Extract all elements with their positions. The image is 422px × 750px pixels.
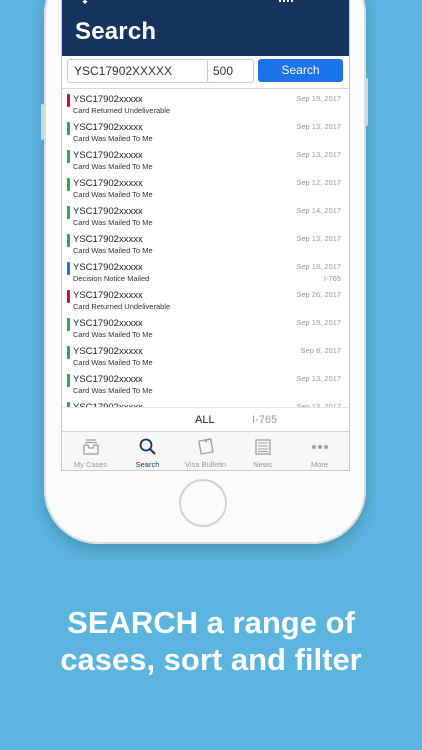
side-button [365,78,368,126]
case-number: YSC17902xxxxx [73,94,143,105]
case-row[interactable]: YSC17902xxxxx Card Was Mailed To Me Sep 13… [62,369,349,397]
status-color-bar [67,206,70,219]
case-number: YSC17902xxxxx [73,346,143,357]
status-color-bar [67,346,70,359]
status-color-bar [67,374,70,387]
news-icon [255,439,271,455]
case-number: YSC17902xxxxx [73,234,143,245]
search-icon [139,438,156,455]
app-screen: Search Search YSC17902xxxxxCard Returned… [61,0,350,471]
search-button[interactable]: Search [258,59,343,82]
case-number: YSC17902xxxxx [73,374,143,385]
case-date: Sep 18, 2017 [296,262,341,271]
filter-bar: ALL I-765 [62,407,349,432]
case-row[interactable]: YSC17902xxxxx Card Was Mailed To Me Sep 13… [62,145,349,173]
case-status: Card Returned Undeliverable [73,106,171,115]
case-row[interactable]: YSC17902xxxxx Card Returned Undeliverable… [62,89,349,117]
case-date: Sep 12, 2017 [296,178,341,187]
case-row[interactable]: YSC17902xxxxx Card Was Mailed To Me Sep 13… [62,117,349,145]
case-number: YSC17902xxxxx [73,290,143,301]
case-date: Sep 26, 2017 [296,290,341,299]
tab-search[interactable]: Search [119,432,176,470]
tab-visa-bulletin[interactable]: Visa Bulletin [177,432,234,470]
status-color-bar [67,122,70,135]
case-date: Sep 19, 2017 [296,94,341,103]
status-color-bar [67,178,70,191]
range-count-input[interactable] [207,59,254,83]
case-date: Sep 14, 2017 [296,206,341,215]
navigation-bar: Search [62,0,349,56]
status-color-bar [67,318,70,331]
case-status: Decision Notice Mailed [73,274,150,283]
inbox-icon [83,439,99,455]
status-color-bar [67,150,70,163]
tab-more[interactable]: More [291,432,348,470]
caption-line-1: SEARCH a range of [67,605,355,640]
caption-line-2: cases, sort and filter [60,642,362,677]
tab-my-cases[interactable]: My Cases [62,432,119,470]
tab-news[interactable]: News [234,432,291,470]
share-icon[interactable] [320,0,332,4]
status-color-bar [67,234,70,247]
case-row[interactable]: YSC17902xxxxxSep 13, 2017 [62,397,349,407]
case-date: Sep 13, 2017 [296,150,341,159]
case-status: Card Was Mailed To Me [73,190,153,199]
volume-button [41,104,44,140]
case-row[interactable]: YSC17902xxxxx Card Was Mailed To Me Sep 13… [62,229,349,257]
case-status: Card Was Mailed To Me [73,358,153,367]
case-date: Sep 13, 2017 [296,234,341,243]
case-row[interactable]: YSC17902xxxxx Card Was Mailed To Me Sep 14… [62,201,349,229]
status-color-bar [67,94,70,107]
promo-caption: SEARCH a range of cases, sort and filter [0,604,422,678]
case-number: YSC17902xxxxx [73,262,143,273]
tab-label: Visa Bulletin [184,460,227,469]
case-number: YSC17902xxxxx [73,122,143,133]
case-status: Card Was Mailed To Me [73,246,153,255]
status-color-bar [67,262,70,275]
case-number: YSC17902xxxxx [73,206,143,217]
home-button[interactable] [179,479,227,527]
more-icon [312,445,328,449]
case-date: Sep 13, 2017 [296,374,341,383]
case-number: YSC17902xxxxx [73,318,143,329]
filter-all-tab[interactable]: ALL [195,414,215,426]
sort-icon[interactable] [76,0,90,4]
case-row[interactable]: YSC17902xxxxx Card Was Mailed To Me Sep 12… [62,173,349,201]
tab-bar: My Cases Search Visa Bulletin News More [62,431,349,470]
case-status: Card Was Mailed To Me [73,134,153,143]
filter-icon[interactable] [278,0,296,6]
case-status: Card Was Mailed To Me [73,386,153,395]
case-row[interactable]: YSC17902xxxxx Card Was Mailed To Me Sep 19… [62,313,349,341]
status-color-bar [67,290,70,303]
case-list[interactable]: YSC17902xxxxx Card Returned Undeliverable… [62,89,349,407]
tab-label: More [310,460,329,469]
case-number-input[interactable] [67,59,209,83]
case-row[interactable]: YSC17902xxxxx Card Was Mailed To Me Sep 8,… [62,341,349,369]
case-number: YSC17902xxxxx [73,150,143,161]
search-bar: Search [62,56,349,89]
page-title: Search [75,18,157,45]
tab-label: My Cases [73,460,108,469]
filter-i765-tab[interactable]: I-765 [252,414,277,426]
case-row[interactable]: YSC17902xxxxx Decision Notice Mailed Sep 1… [62,257,349,285]
case-status: Card Was Mailed To Me [73,330,153,339]
case-date: Sep 13, 2017 [296,122,341,131]
case-status: Card Was Mailed To Me [73,162,153,171]
case-date: Sep 19, 2017 [296,318,341,327]
tab-label: Search [135,460,160,469]
case-status: Card Was Mailed To Me [73,218,153,227]
case-date: Sep 8, 2017 [300,346,341,355]
case-status: Card Returned Undeliverable [73,302,171,311]
case-form-type: I-765 [323,274,341,283]
tab-label: News [253,460,272,469]
case-number: YSC17902xxxxx [73,178,143,189]
case-row[interactable]: YSC17902xxxxx Card Returned Undeliverable… [62,285,349,313]
bulletin-icon [198,438,214,455]
